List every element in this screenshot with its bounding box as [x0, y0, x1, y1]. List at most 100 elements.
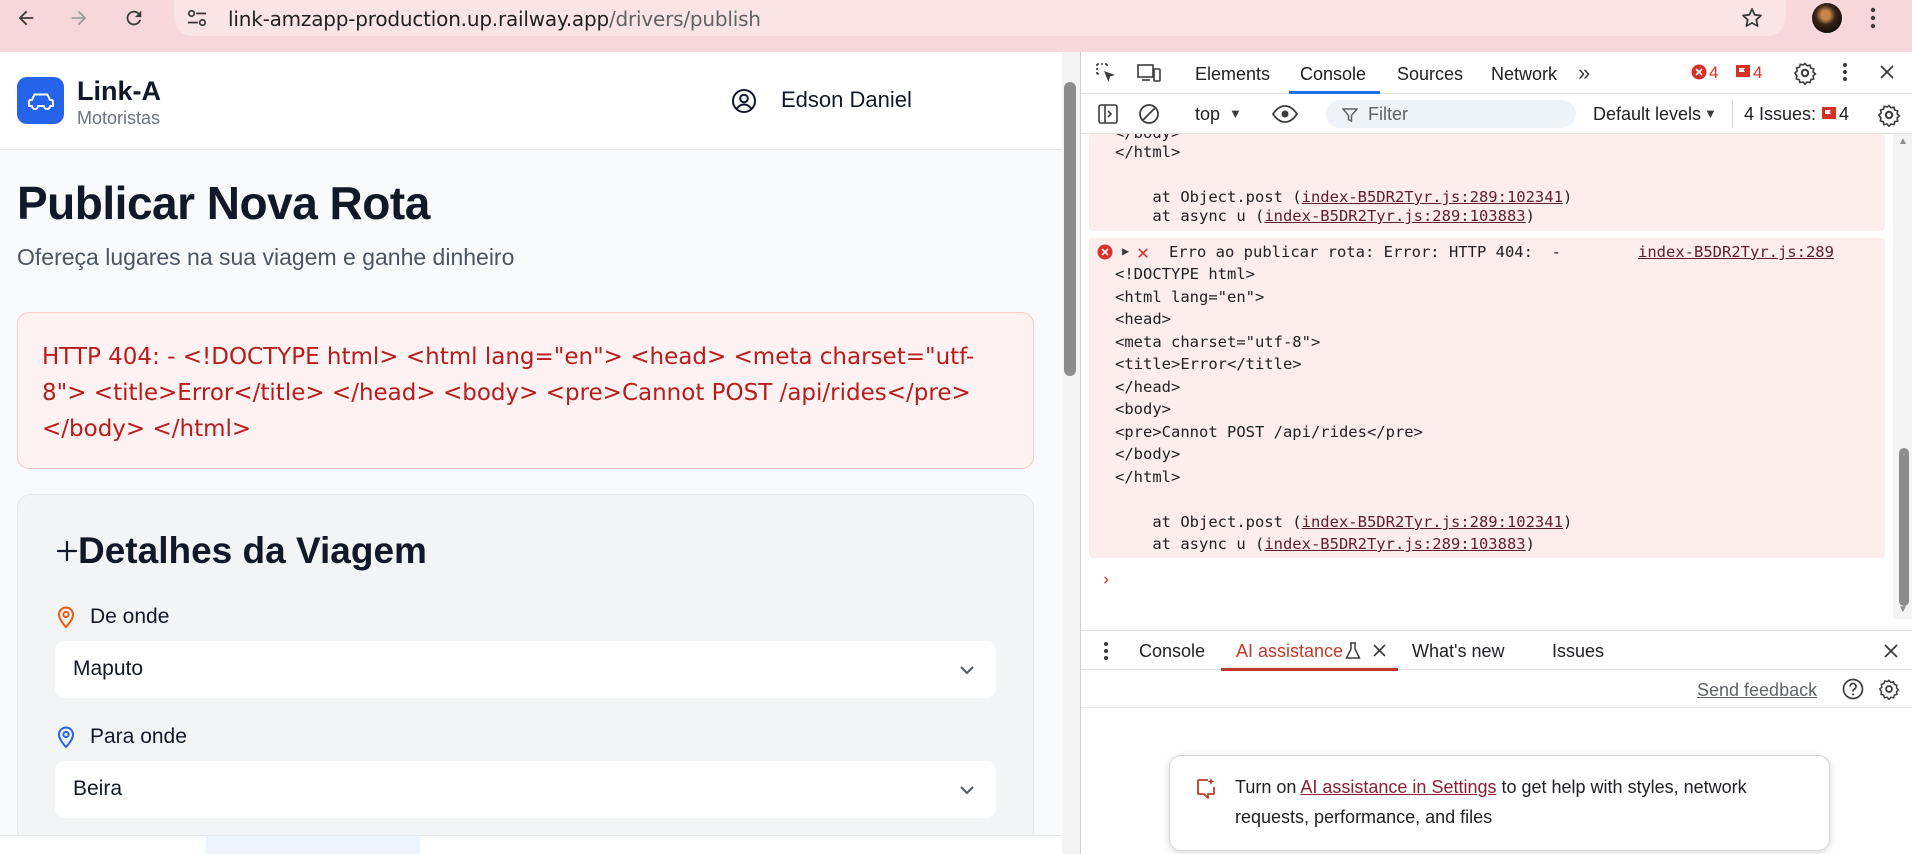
forward-button[interactable] — [63, 2, 95, 34]
stack-link[interactable]: index-B5DR2Tyr.js:289:102341 — [1302, 188, 1563, 206]
from-select[interactable]: Maputo — [55, 641, 996, 698]
drawer-tab-whats-new[interactable]: What's new — [1412, 641, 1504, 662]
error-alert-text: HTTP 404: - <!DOCTYPE html> <html lang="… — [42, 344, 975, 442]
ai-notice-text: Turn on AI assistance in Settings to get… — [1235, 777, 1747, 827]
console-prompt-icon[interactable]: › — [1101, 570, 1111, 590]
gear-icon[interactable] — [1878, 678, 1900, 700]
user-circle-icon — [732, 89, 756, 113]
scroll-up-icon[interactable]: ▲ — [1898, 136, 1908, 147]
issues-count[interactable]: 4 — [1839, 104, 1849, 125]
stack-link[interactable]: index-B5DR2Tyr.js:289:103883 — [1264, 207, 1525, 225]
log-line: </html> — [1115, 143, 1181, 161]
url-text[interactable]: link-amzapp-production.up.railway.app/dr… — [228, 7, 761, 31]
send-feedback-link[interactable]: Send feedback — [1697, 680, 1817, 701]
app-logo[interactable] — [17, 77, 64, 124]
issue-flag-count[interactable]: 4 — [1753, 63, 1762, 83]
web-page: Link-A Motoristas Edson Daniel Publicar … — [0, 52, 1062, 854]
toolbar-divider — [1732, 100, 1733, 128]
devtools-tabbar: Elements Console Sources Network » 4 4 — [1081, 52, 1912, 94]
inspect-element-icon[interactable] — [1095, 62, 1117, 84]
console-scrollbar-thumb[interactable] — [1899, 448, 1909, 606]
kebab-menu-icon[interactable] — [1868, 6, 1878, 30]
map-pin-blue-icon — [57, 726, 75, 749]
tab-elements[interactable]: Elements — [1195, 64, 1270, 85]
sidebar-toggle-icon[interactable] — [1097, 103, 1119, 125]
address-bar[interactable]: link-amzapp-production.up.railway.app/dr… — [174, 0, 1786, 36]
close-tab-icon[interactable] — [1373, 644, 1386, 657]
stack-line: at Object.post (index-B5DR2Tyr.js:289:10… — [1115, 513, 1573, 531]
card-title: Detalhes da Viagem — [78, 530, 427, 571]
issues-label[interactable]: 4 Issues: — [1744, 104, 1816, 125]
tab-console[interactable]: Console — [1300, 64, 1366, 85]
url-path: /drivers/publish — [608, 7, 761, 31]
browser-toolbar: link-amzapp-production.up.railway.app/dr… — [0, 0, 1912, 52]
clear-console-icon[interactable] — [1138, 103, 1160, 125]
to-select[interactable]: Beira — [55, 761, 996, 818]
console-settings-gear-icon[interactable] — [1877, 103, 1901, 127]
page-title: Publicar Nova Rota — [17, 177, 430, 229]
error-count[interactable]: 4 — [1709, 63, 1718, 83]
profile-avatar[interactable] — [1812, 3, 1842, 33]
page-subtitle: Ofereça lugares na sua viagem e ganhe di… — [17, 244, 515, 270]
from-label: De onde — [90, 605, 170, 628]
device-toolbar-icon[interactable] — [1136, 62, 1162, 84]
ai-settings-link[interactable]: AI assistance in Settings — [1300, 777, 1496, 797]
help-icon[interactable] — [1842, 678, 1864, 700]
arrow-right-icon — [71, 10, 87, 26]
log-line: </body> — [1115, 445, 1181, 463]
user-name[interactable]: Edson Daniel — [781, 87, 912, 113]
close-drawer-icon[interactable] — [1883, 643, 1899, 659]
console-toolbar: top ▼ Filter Default levels ▼ 4 Issues: … — [1081, 94, 1912, 134]
filter-input[interactable] — [1326, 100, 1576, 128]
log-line: </body> — [1115, 134, 1180, 142]
tab-network[interactable]: Network — [1491, 64, 1557, 85]
stack-line: at Object.post (index-B5DR2Tyr.js:289:10… — [1115, 188, 1573, 206]
chevron-down-icon — [960, 666, 974, 675]
stack-link[interactable]: index-B5DR2Tyr.js:289:103883 — [1264, 535, 1525, 553]
error-circle-icon — [1097, 244, 1113, 260]
plus-icon — [56, 540, 78, 562]
ai-assistance-notice: Turn on AI assistance in Settings to get… — [1169, 755, 1830, 851]
console-error-entry: ▶ ✕ Erro ao publicar rota: Error: HTTP 4… — [1089, 238, 1885, 558]
stack-line: at async u (index-B5DR2Tyr.js:289:103883… — [1115, 535, 1535, 553]
log-line: </head> — [1115, 378, 1181, 396]
reload-icon — [126, 10, 142, 26]
stack-link[interactable]: index-B5DR2Tyr.js:289:102341 — [1302, 513, 1563, 531]
to-value: Beira — [73, 777, 123, 800]
log-levels-select[interactable]: Default levels — [1593, 104, 1701, 125]
more-tabs-icon[interactable]: » — [1578, 60, 1590, 86]
close-icon[interactable] — [1879, 64, 1895, 80]
issue-flag-icon[interactable] — [1821, 106, 1837, 122]
context-select[interactable]: top — [1195, 104, 1220, 125]
log-line: <head> — [1115, 310, 1171, 328]
error-circle-icon[interactable] — [1691, 64, 1707, 80]
drawer-tab-issues[interactable]: Issues — [1552, 641, 1604, 662]
log-line: </html> — [1115, 468, 1181, 486]
site-settings-icon[interactable] — [186, 8, 208, 28]
back-button[interactable] — [10, 2, 42, 34]
chevron-down-icon — [960, 786, 974, 795]
flask-icon — [1345, 642, 1361, 659]
bottom-nav-active-item[interactable] — [206, 836, 420, 854]
drawer-tab-ai-assistance[interactable]: AI assistance — [1236, 641, 1343, 662]
bookmark-star-icon[interactable] — [1740, 6, 1764, 30]
kebab-menu-icon[interactable] — [1841, 61, 1849, 83]
expand-triangle-icon[interactable]: ▶ — [1122, 244, 1129, 258]
kebab-menu-icon[interactable] — [1102, 640, 1110, 662]
page-scrollbar-thumb[interactable] — [1064, 82, 1076, 376]
gear-icon[interactable] — [1793, 61, 1817, 85]
eye-icon[interactable] — [1271, 104, 1299, 124]
ai-panel-toolbar: Send feedback — [1081, 670, 1912, 708]
red-x-emoji-icon: ✕ — [1137, 240, 1150, 264]
brand-subtitle: Motoristas — [77, 108, 161, 128]
error-source-link[interactable]: index-B5DR2Tyr.js:289 — [1638, 243, 1834, 261]
to-label: Para onde — [90, 725, 187, 748]
reload-button[interactable] — [118, 2, 150, 34]
issue-flag-icon[interactable] — [1735, 64, 1751, 80]
bottom-nav — [0, 835, 1062, 854]
filter-placeholder: Filter — [1368, 104, 1408, 124]
filter-funnel-icon — [1342, 108, 1358, 123]
tab-sources[interactable]: Sources — [1397, 64, 1463, 85]
drawer-tab-console[interactable]: Console — [1139, 641, 1205, 662]
from-value: Maputo — [73, 657, 144, 680]
